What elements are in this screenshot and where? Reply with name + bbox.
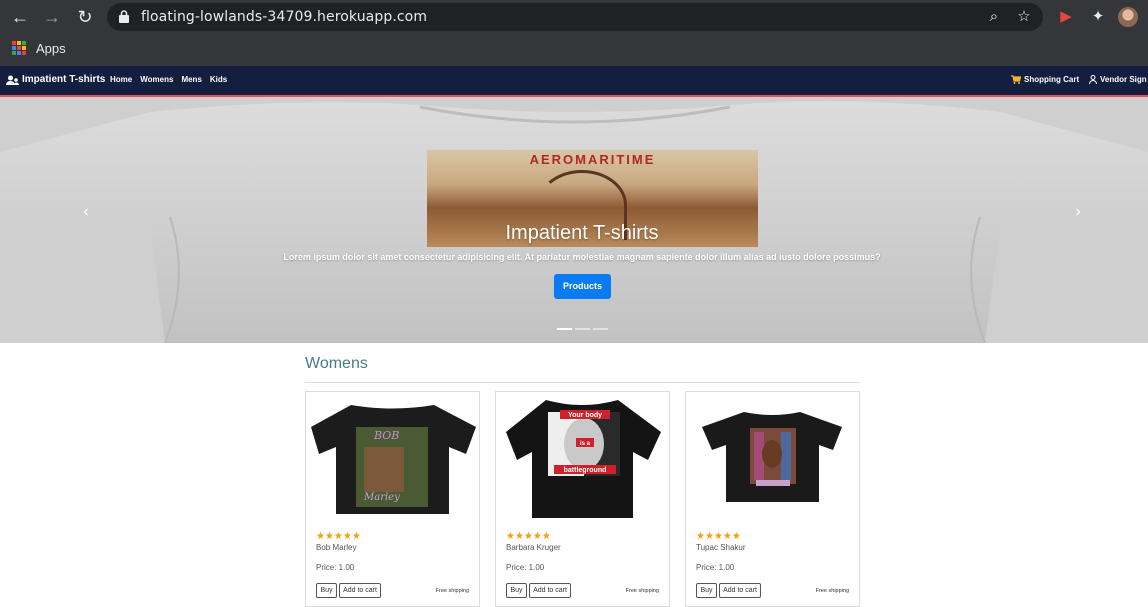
free-shipping-label: Free shipping bbox=[625, 588, 659, 594]
add-to-cart-button[interactable]: Add to cart bbox=[339, 583, 381, 598]
browser-toolbar: ← → ↻ floating-lowlands-34709.herokuapp.… bbox=[0, 0, 1148, 66]
section-divider bbox=[305, 382, 860, 383]
rating-stars: ★★★★★ bbox=[316, 531, 361, 542]
profile-avatar[interactable] bbox=[1118, 7, 1138, 27]
extension-media-icon[interactable]: ▶ bbox=[1056, 7, 1076, 27]
shirt-print-top: Your body bbox=[568, 412, 602, 419]
buy-button[interactable]: Buy bbox=[506, 583, 527, 598]
zoom-icon[interactable]: ⌕ bbox=[985, 8, 1003, 26]
carousel-text: Lorem ipsum dolor sit amet consectetur a… bbox=[283, 252, 881, 262]
buy-button[interactable]: Buy bbox=[696, 583, 717, 598]
puzzle-icon[interactable]: ✦ bbox=[1088, 7, 1108, 27]
nav-kids[interactable]: Kids bbox=[210, 75, 227, 84]
apps-bookmark[interactable]: Apps bbox=[36, 41, 66, 56]
carousel-indicators bbox=[557, 328, 608, 330]
nav-links: Home Womens Mens Kids bbox=[110, 75, 227, 84]
site-navbar: Impatient T-shirts Home Womens Mens Kids… bbox=[0, 66, 1148, 97]
brand-link[interactable]: Impatient T-shirts bbox=[6, 74, 105, 85]
product-name[interactable]: Tupac Shakur bbox=[696, 543, 746, 552]
carousel-indicator-1[interactable] bbox=[557, 328, 572, 330]
brand-name: Impatient T-shirts bbox=[22, 74, 106, 85]
product-image[interactable]: Your body is a battleground bbox=[496, 392, 669, 522]
product-price: Price: 1.00 bbox=[506, 563, 545, 572]
product-image[interactable] bbox=[686, 392, 859, 522]
svg-text:BOB: BOB bbox=[373, 429, 399, 442]
nav-womens[interactable]: Womens bbox=[140, 75, 173, 84]
svg-text:Marley: Marley bbox=[363, 492, 400, 503]
section-title: Womens bbox=[305, 355, 368, 372]
shopping-cart-link[interactable]: Shopping Cart bbox=[1011, 75, 1079, 84]
shirt-print-middle: is a bbox=[580, 441, 591, 447]
product-name[interactable]: Bob Marley bbox=[316, 543, 356, 552]
users-icon bbox=[6, 75, 19, 85]
nav-home[interactable]: Home bbox=[110, 75, 132, 84]
product-card-tupac-shakur: ★★★★★ Tupac Shakur Price: 1.00 Buy Add t… bbox=[685, 391, 860, 607]
nav-mens[interactable]: Mens bbox=[181, 75, 201, 84]
product-image[interactable]: BOB Marley bbox=[306, 392, 479, 522]
shopping-cart-label: Shopping Cart bbox=[1024, 75, 1080, 84]
vendor-sign-in-link[interactable]: Vendor Sign In bbox=[1089, 75, 1148, 84]
user-icon bbox=[1089, 75, 1097, 84]
product-name[interactable]: Barbara Kruger bbox=[506, 543, 561, 552]
buy-button[interactable]: Buy bbox=[316, 583, 337, 598]
carousel-indicator-3[interactable] bbox=[593, 328, 608, 330]
url-text[interactable]: floating-lowlands-34709.herokuapp.com bbox=[141, 9, 427, 25]
rating-stars: ★★★★★ bbox=[696, 531, 741, 542]
lock-icon bbox=[119, 10, 129, 23]
bookmarks-bar bbox=[0, 36, 1148, 66]
product-price: Price: 1.00 bbox=[316, 563, 355, 572]
product-price: Price: 1.00 bbox=[696, 563, 735, 572]
back-icon[interactable]: ← bbox=[9, 6, 31, 28]
carousel-indicator-2[interactable] bbox=[575, 328, 590, 330]
forward-icon[interactable]: → bbox=[41, 6, 63, 28]
carousel-prev-icon[interactable]: ‹ bbox=[76, 203, 96, 221]
free-shipping-label: Free shipping bbox=[815, 588, 849, 594]
hero-carousel: AEROMARITIME ‹ › Impatient T-shirts Lore… bbox=[0, 97, 1148, 343]
products-button[interactable]: Products bbox=[554, 274, 611, 299]
vendor-sign-in-label: Vendor Sign In bbox=[1100, 75, 1148, 84]
add-to-cart-button[interactable]: Add to cart bbox=[719, 583, 761, 598]
rating-stars: ★★★★★ bbox=[506, 531, 551, 542]
star-icon[interactable]: ☆ bbox=[1015, 8, 1033, 26]
apps-grid-icon[interactable] bbox=[12, 41, 26, 55]
free-shipping-label: Free shipping bbox=[435, 588, 469, 594]
carousel-next-icon[interactable]: › bbox=[1068, 203, 1088, 221]
address-bar[interactable]: floating-lowlands-34709.herokuapp.com ⌕ … bbox=[107, 3, 1043, 31]
reload-icon[interactable]: ↻ bbox=[74, 6, 96, 28]
shirt-print-bottom: battleground bbox=[564, 467, 607, 474]
carousel-title: Impatient T-shirts bbox=[505, 222, 659, 244]
add-to-cart-button[interactable]: Add to cart bbox=[529, 583, 571, 598]
poster-title: AEROMARITIME bbox=[529, 152, 656, 167]
product-card-barbara-kruger: Your body is a battleground ★★★★★ Barbar… bbox=[495, 391, 670, 607]
product-card-bob-marley: BOB Marley ★★★★★ Bob Marley Price: 1.00 … bbox=[305, 391, 480, 607]
cart-icon bbox=[1011, 75, 1021, 84]
